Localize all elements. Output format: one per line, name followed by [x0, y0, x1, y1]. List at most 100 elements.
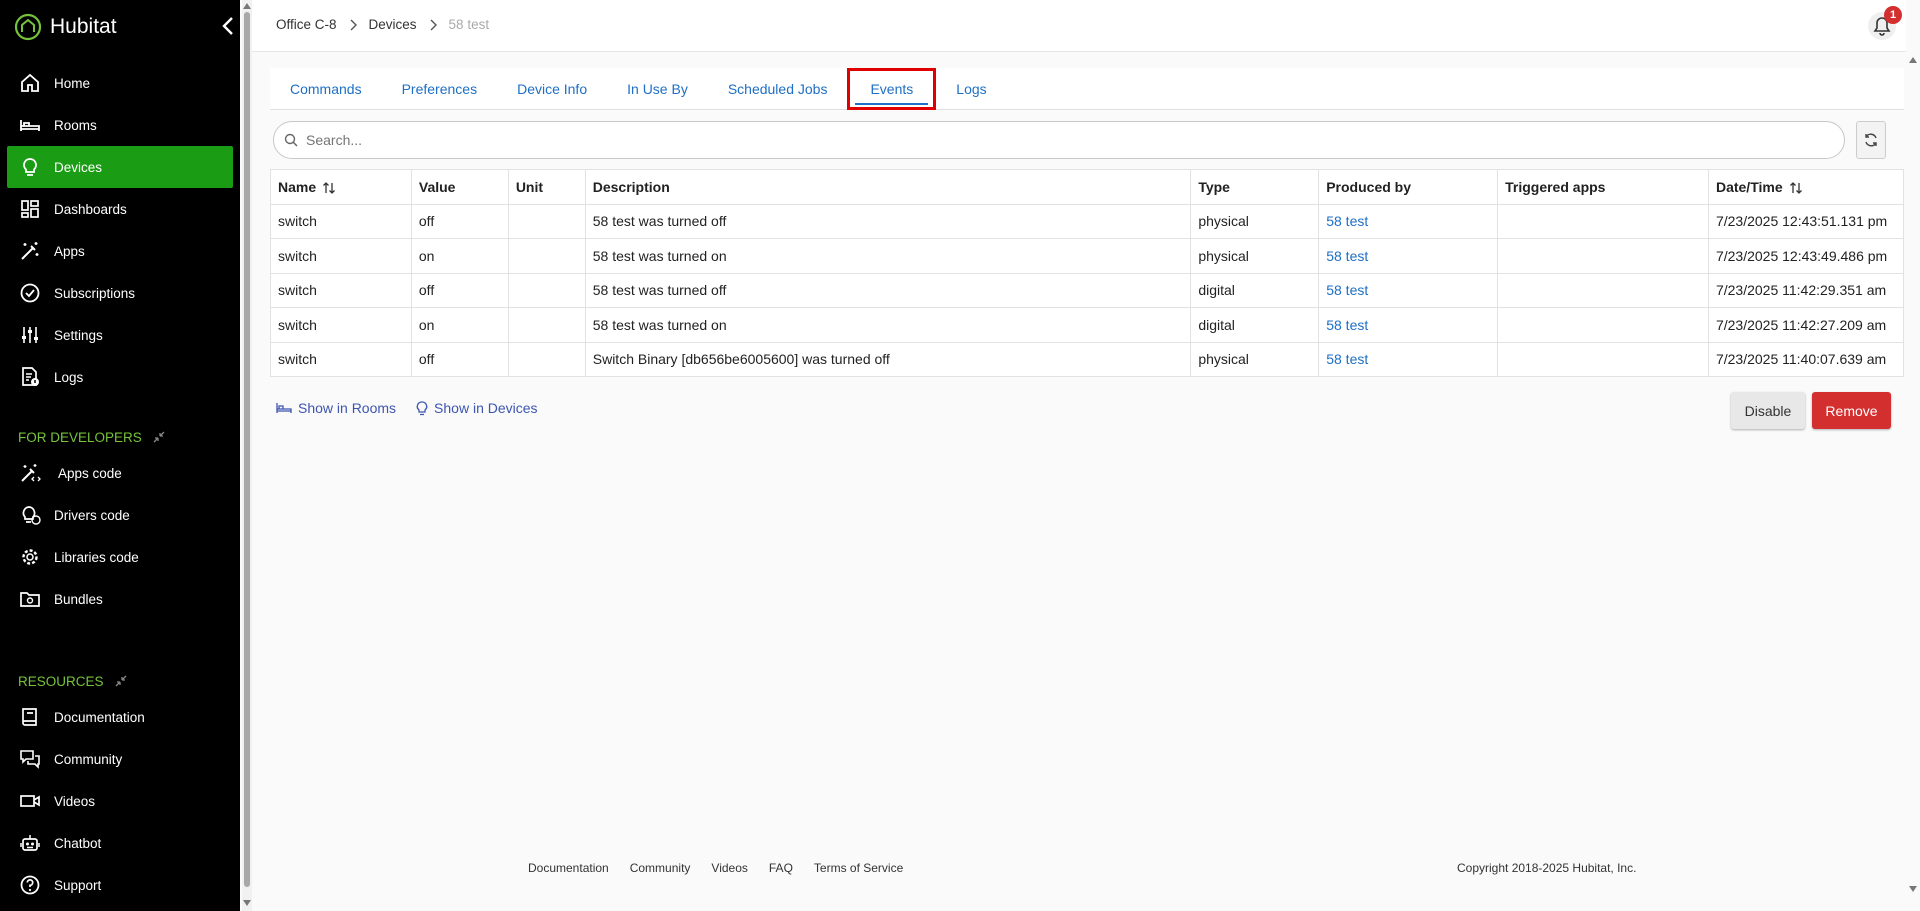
tab-logs[interactable]: Logs [936, 68, 1006, 110]
folder-bundle-icon [18, 587, 42, 611]
dashboard-icon [18, 197, 42, 221]
for-developers-heading: FOR DEVELOPERS [0, 422, 240, 452]
tab-in-use-by[interactable]: In Use By [607, 68, 708, 110]
sidebar-item-label: Apps [54, 243, 85, 259]
footer-link-faq[interactable]: FAQ [769, 861, 793, 875]
footer-link-terms[interactable]: Terms of Service [814, 861, 903, 875]
sidebar-item-apps[interactable]: Apps [0, 230, 240, 272]
column-header-name[interactable]: Name [270, 169, 412, 205]
column-header-datetime[interactable]: Date/Time [1707, 169, 1905, 205]
sidebar: Hubitat Home Rooms Devices Dashboards Ap… [0, 0, 240, 911]
book-icon [18, 705, 42, 729]
header-label: Date/Time [1715, 178, 1783, 195]
table-row: switch off 58 test was turned off digita… [270, 272, 1905, 308]
cell-type: physical [1190, 341, 1320, 377]
bulb-icon [18, 155, 42, 179]
remove-button[interactable]: Remove [1812, 392, 1891, 429]
bulb-icon [416, 400, 428, 415]
produced-by-link[interactable]: 58 test [1326, 282, 1368, 298]
cell-unit [507, 341, 586, 377]
table-row: switch on 58 test was turned on digital … [270, 307, 1905, 343]
produced-by-link[interactable]: 58 test [1326, 213, 1368, 229]
help-icon [18, 873, 42, 897]
cell-produced-by: 58 test [1318, 307, 1499, 343]
sidebar-item-apps-code[interactable]: Apps code [0, 452, 240, 494]
footer-link-community[interactable]: Community [630, 861, 691, 875]
sidebar-item-dashboards[interactable]: Dashboards [0, 188, 240, 230]
cell-triggered-apps [1497, 307, 1709, 343]
sidebar-item-rooms[interactable]: Rooms [0, 104, 240, 146]
scroll-up-icon[interactable] [1909, 57, 1917, 63]
scroll-up-icon[interactable] [243, 3, 251, 9]
sidebar-item-label: Rooms [54, 117, 97, 133]
cell-value: off [410, 203, 509, 239]
events-table: Name Value Unit Description Type Produce… [270, 169, 1905, 377]
developer-nav: Apps code Drivers code Libraries code Bu… [0, 452, 240, 620]
sidebar-scrollbar[interactable] [242, 0, 252, 911]
search-input[interactable] [306, 132, 1806, 148]
brand-name: Hubitat [50, 15, 117, 38]
sidebar-item-support[interactable]: Support [0, 864, 240, 906]
sidebar-item-label: Community [54, 751, 123, 767]
sort-icon[interactable] [1789, 181, 1803, 195]
sidebar-item-chatbot[interactable]: Chatbot [0, 822, 240, 864]
cell-unit [507, 272, 586, 308]
cell-value: on [410, 307, 509, 343]
sort-icon[interactable] [322, 181, 336, 195]
sidebar-item-drivers-code[interactable]: Drivers code [0, 494, 240, 536]
sidebar-item-subscriptions[interactable]: Subscriptions [0, 272, 240, 314]
magic-wand-icon [18, 239, 42, 263]
footer-link-videos[interactable]: Videos [711, 861, 747, 875]
footer-link-documentation[interactable]: Documentation [528, 861, 609, 875]
sidebar-item-libraries-code[interactable]: Libraries code [0, 536, 240, 578]
scroll-down-icon[interactable] [243, 900, 251, 906]
check-circle-icon [18, 281, 42, 305]
cell-datetime: 7/23/2025 11:42:27.209 am [1707, 307, 1905, 343]
page-scrollbar[interactable] [1906, 0, 1920, 911]
tab-events[interactable]: Events [847, 68, 937, 110]
sidebar-item-community[interactable]: Community [0, 738, 240, 780]
tab-scheduled-jobs[interactable]: Scheduled Jobs [708, 68, 848, 110]
collapse-section-icon[interactable] [114, 674, 128, 688]
table-row: switch on 58 test was turned on physical… [270, 238, 1905, 274]
cell-value: off [410, 341, 509, 377]
notification-badge: 1 [1884, 6, 1902, 24]
sidebar-item-settings[interactable]: Settings [0, 314, 240, 356]
refresh-button[interactable] [1856, 121, 1886, 159]
wand-code-icon [18, 461, 42, 485]
sidebar-item-logs[interactable]: Logs [0, 356, 240, 398]
notifications-button[interactable]: 1 [1868, 6, 1902, 40]
sidebar-item-documentation[interactable]: Documentation [0, 696, 240, 738]
tab-device-info[interactable]: Device Info [497, 68, 607, 110]
scroll-down-icon[interactable] [1909, 886, 1917, 892]
brand[interactable]: Hubitat [0, 0, 240, 54]
scrollbar-thumb[interactable] [244, 12, 250, 887]
sidebar-item-devices[interactable]: Devices [7, 146, 233, 188]
cell-type: physical [1190, 203, 1320, 239]
collapse-section-icon[interactable] [152, 430, 166, 444]
produced-by-link[interactable]: 58 test [1326, 351, 1368, 367]
sidebar-item-label: Drivers code [54, 507, 130, 523]
sliders-icon [18, 323, 42, 347]
header-label: Name [278, 178, 317, 195]
produced-by-link[interactable]: 58 test [1326, 248, 1368, 264]
show-in-rooms-link[interactable]: Show in Rooms [276, 400, 396, 416]
column-header-value: Value [410, 169, 509, 205]
disable-button[interactable]: Disable [1731, 392, 1805, 429]
produced-by-link[interactable]: 58 test [1326, 317, 1368, 333]
cell-description: 58 test was turned off [584, 203, 1192, 239]
cell-type: physical [1190, 238, 1320, 274]
collapse-sidebar-icon[interactable] [220, 15, 236, 37]
sidebar-item-videos[interactable]: Videos [0, 780, 240, 822]
section-title: RESOURCES [18, 673, 104, 689]
breadcrumb-devices[interactable]: Devices [369, 17, 417, 32]
tab-commands[interactable]: Commands [270, 68, 382, 110]
tab-preferences[interactable]: Preferences [382, 68, 497, 110]
sidebar-item-bundles[interactable]: Bundles [0, 578, 240, 620]
sidebar-item-home[interactable]: Home [0, 62, 240, 104]
breadcrumb-hub[interactable]: Office C-8 [276, 17, 337, 32]
column-header-triggered-apps: Triggered apps [1497, 169, 1709, 205]
show-in-devices-link[interactable]: Show in Devices [416, 400, 538, 416]
cell-unit [507, 307, 586, 343]
cell-unit [507, 203, 586, 239]
